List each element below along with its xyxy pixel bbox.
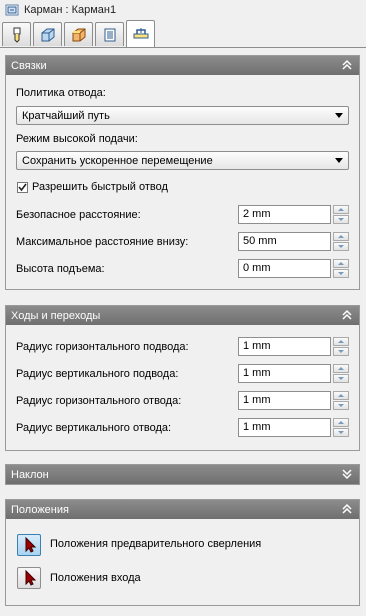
allow-rapid-retract-label: Разрешить быстрый отвод xyxy=(32,181,168,193)
spin-down-button[interactable] xyxy=(333,242,349,251)
h-lead-out-label: Радиус горизонтального отвода: xyxy=(16,395,182,407)
spin-down-button[interactable] xyxy=(333,269,349,278)
spin-up-button[interactable] xyxy=(333,391,349,400)
spin-up-button[interactable] xyxy=(333,337,349,346)
h-lead-in-spinner: 1 mm xyxy=(238,337,349,356)
high-feed-dropdown[interactable]: Сохранить ускоренное перемещение xyxy=(16,151,349,170)
spin-down-button[interactable] xyxy=(333,374,349,383)
spin-up-button[interactable] xyxy=(333,364,349,373)
spin-up-button[interactable] xyxy=(333,205,349,214)
h-lead-in-label: Радиус горизонтального подвода: xyxy=(16,341,189,353)
pointer-arrow-icon xyxy=(25,569,37,586)
v-lead-out-input[interactable]: 1 mm xyxy=(238,418,331,437)
leads-panel: Ходы и переходы Радиус горизонтального п… xyxy=(5,305,360,451)
h-lead-in-input[interactable]: 1 mm xyxy=(238,337,331,356)
entry-positions-button[interactable] xyxy=(17,567,41,589)
spin-down-button[interactable] xyxy=(333,401,349,410)
v-lead-out-label: Радиус вертикального отвода: xyxy=(16,422,172,434)
positions-panel-title: Положения xyxy=(11,503,69,516)
linking-panel-title: Связки xyxy=(11,59,47,72)
operation-tabs xyxy=(2,20,157,48)
expand-chevrons-icon[interactable] xyxy=(341,468,353,480)
v-lead-out-spinner: 1 mm xyxy=(238,418,349,437)
tab-tool[interactable] xyxy=(2,22,31,46)
dropdown-arrow-icon xyxy=(335,158,343,163)
max-stay-down-label: Максимальное расстояние внизу: xyxy=(16,236,189,248)
collapse-chevrons-icon[interactable] xyxy=(341,503,353,515)
leads-panel-title: Ходы и переходы xyxy=(11,309,101,322)
retract-policy-value: Кратчайший путь xyxy=(22,109,110,122)
high-feed-value: Сохранить ускоренное перемещение xyxy=(22,154,213,167)
shape-icon xyxy=(41,28,54,41)
v-lead-in-input[interactable]: 1 mm xyxy=(238,364,331,383)
ramp-panel-header[interactable]: Наклон xyxy=(6,465,359,484)
tab-shape[interactable] xyxy=(33,22,62,46)
positions-panel-header[interactable]: Положения xyxy=(6,500,359,519)
entry-positions-label: Положения входа xyxy=(50,572,141,584)
checkmark-icon xyxy=(18,183,27,192)
collapse-chevrons-icon[interactable] xyxy=(341,59,353,71)
predrill-positions-button[interactable] xyxy=(17,534,41,556)
safe-distance-spinner: 2 mm xyxy=(238,205,349,224)
safe-distance-input[interactable]: 2 mm xyxy=(238,205,331,224)
tab-divider xyxy=(0,47,366,48)
safe-distance-label: Безопасное расстояние: xyxy=(16,209,141,221)
lift-height-input[interactable]: 0 mm xyxy=(238,259,331,278)
leads-panel-header[interactable]: Ходы и переходы xyxy=(6,306,359,325)
passes-icon xyxy=(104,28,115,41)
v-lead-in-spinner: 1 mm xyxy=(238,364,349,383)
pocket-operation-icon xyxy=(5,4,19,16)
spin-up-button[interactable] xyxy=(333,259,349,268)
linking-icon xyxy=(133,28,148,39)
lift-height-spinner: 0 mm xyxy=(238,259,349,278)
max-stay-down-spinner: 50 mm xyxy=(238,232,349,251)
window-titlebar: Карман : Карман1 xyxy=(0,0,366,20)
h-lead-out-input[interactable]: 1 mm xyxy=(238,391,331,410)
high-feed-label: Режим высокой подачи: xyxy=(16,133,138,145)
linking-panel-header[interactable]: Связки xyxy=(6,56,359,75)
collapse-chevrons-icon[interactable] xyxy=(341,309,353,321)
retract-policy-dropdown[interactable]: Кратчайший путь xyxy=(16,106,349,125)
tab-heights[interactable] xyxy=(64,22,93,46)
positions-panel: Положения Положения предварительного све… xyxy=(5,499,360,606)
dropdown-arrow-icon xyxy=(335,113,343,118)
spin-down-button[interactable] xyxy=(333,428,349,437)
h-lead-out-spinner: 1 mm xyxy=(238,391,349,410)
spin-up-button[interactable] xyxy=(333,232,349,241)
tool-icon xyxy=(13,27,20,43)
spin-down-button[interactable] xyxy=(333,215,349,224)
allow-rapid-retract-checkbox[interactable] xyxy=(17,182,28,193)
max-stay-down-input[interactable]: 50 mm xyxy=(238,232,331,251)
spin-down-button[interactable] xyxy=(333,347,349,356)
pointer-arrow-icon xyxy=(25,536,37,553)
tab-linking[interactable] xyxy=(126,20,155,47)
heights-icon xyxy=(72,28,85,41)
v-lead-in-label: Радиус вертикального подвода: xyxy=(16,368,179,380)
retract-policy-label: Политика отвода: xyxy=(16,87,106,99)
linking-panel: Связки Политика отвода: Кратчайший путь … xyxy=(5,55,360,290)
ramp-panel-title: Наклон xyxy=(11,468,49,481)
window-title: Карман : Карман1 xyxy=(24,4,117,16)
spin-up-button[interactable] xyxy=(333,418,349,427)
tab-passes[interactable] xyxy=(95,22,124,46)
ramp-panel: Наклон xyxy=(5,464,360,485)
predrill-positions-label: Положения предварительного сверления xyxy=(50,538,262,550)
lift-height-label: Высота подъема: xyxy=(16,263,105,275)
